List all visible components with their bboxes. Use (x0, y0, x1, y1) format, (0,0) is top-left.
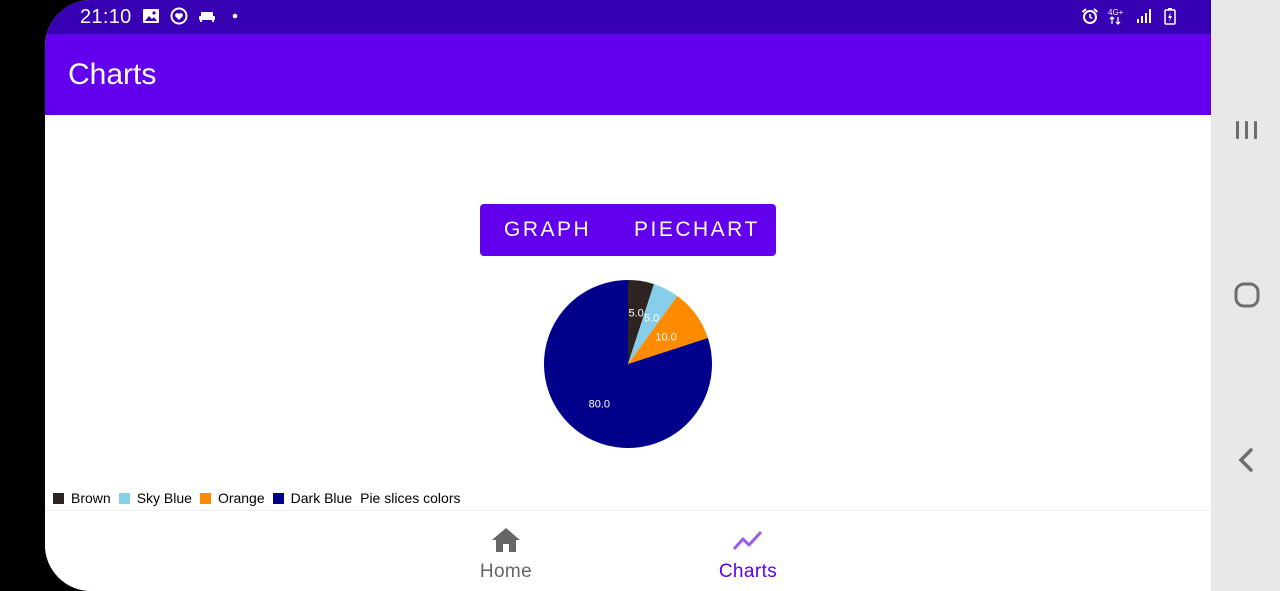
circle-heart-icon (170, 7, 188, 25)
nav-label-home: Home (479, 561, 533, 582)
legend-entry: Brown (53, 490, 111, 506)
legend-swatch (118, 492, 130, 504)
battery-icon (1164, 8, 1176, 25)
pie-value-label: 5.0 (644, 313, 659, 325)
nav-label-charts: Charts (718, 561, 778, 582)
pie-chart: 5.0 5.0 10.0 80.0 (544, 280, 712, 448)
status-right-icons: 4G+ (1081, 7, 1179, 25)
legend-label: Orange (217, 490, 265, 506)
legend-entry: Orange (199, 490, 265, 506)
legend-swatch (272, 492, 284, 504)
pie-value-label: 80.0 (589, 398, 610, 410)
chart-legend: Brown Sky Blue Orange Dark Blue Pie slic… (53, 490, 460, 506)
image-icon (143, 9, 159, 23)
network-label: 4G+ (1108, 8, 1124, 17)
recent-apps-icon[interactable] (1233, 116, 1261, 144)
pie-value-label: 5.0 (628, 308, 643, 320)
bottom-navigation: Home Charts (45, 510, 1211, 591)
home-circle-icon[interactable] (1233, 281, 1261, 309)
legend-label: Brown (71, 490, 111, 506)
signal-icon (1137, 9, 1151, 23)
phone-screen: 21:10 4G+ Charts GRAPH PIECHART 5.0 5.0 … (45, 0, 1211, 591)
legend-swatch (53, 492, 64, 504)
back-icon[interactable] (1233, 446, 1261, 474)
home-icon (492, 528, 520, 552)
system-nav-rail (1211, 0, 1280, 591)
dot-icon (232, 13, 238, 19)
legend-label: Sky Blue (136, 490, 192, 506)
pie-value-label: 10.0 (655, 331, 676, 343)
page-title: Charts (68, 58, 157, 91)
legend-label: Dark Blue (290, 490, 353, 506)
alarm-icon (1081, 8, 1099, 24)
status-bar: 21:10 4G+ (45, 0, 1211, 34)
app-bar: Charts (45, 34, 1211, 115)
nav-item-charts[interactable]: Charts (648, 511, 848, 591)
legend-swatch (199, 492, 211, 504)
legend-entry: Dark Blue (272, 490, 353, 506)
network-4g-icon: 4G+ (1108, 8, 1124, 25)
sofa-icon (199, 12, 215, 22)
nav-item-home[interactable]: Home (406, 511, 606, 591)
trending-up-icon (732, 530, 763, 551)
legend-entry: Sky Blue (118, 490, 192, 506)
status-time: 21:10 (80, 6, 132, 28)
status-left-icons (142, 7, 244, 25)
legend-description: Pie slices colors (360, 490, 461, 506)
